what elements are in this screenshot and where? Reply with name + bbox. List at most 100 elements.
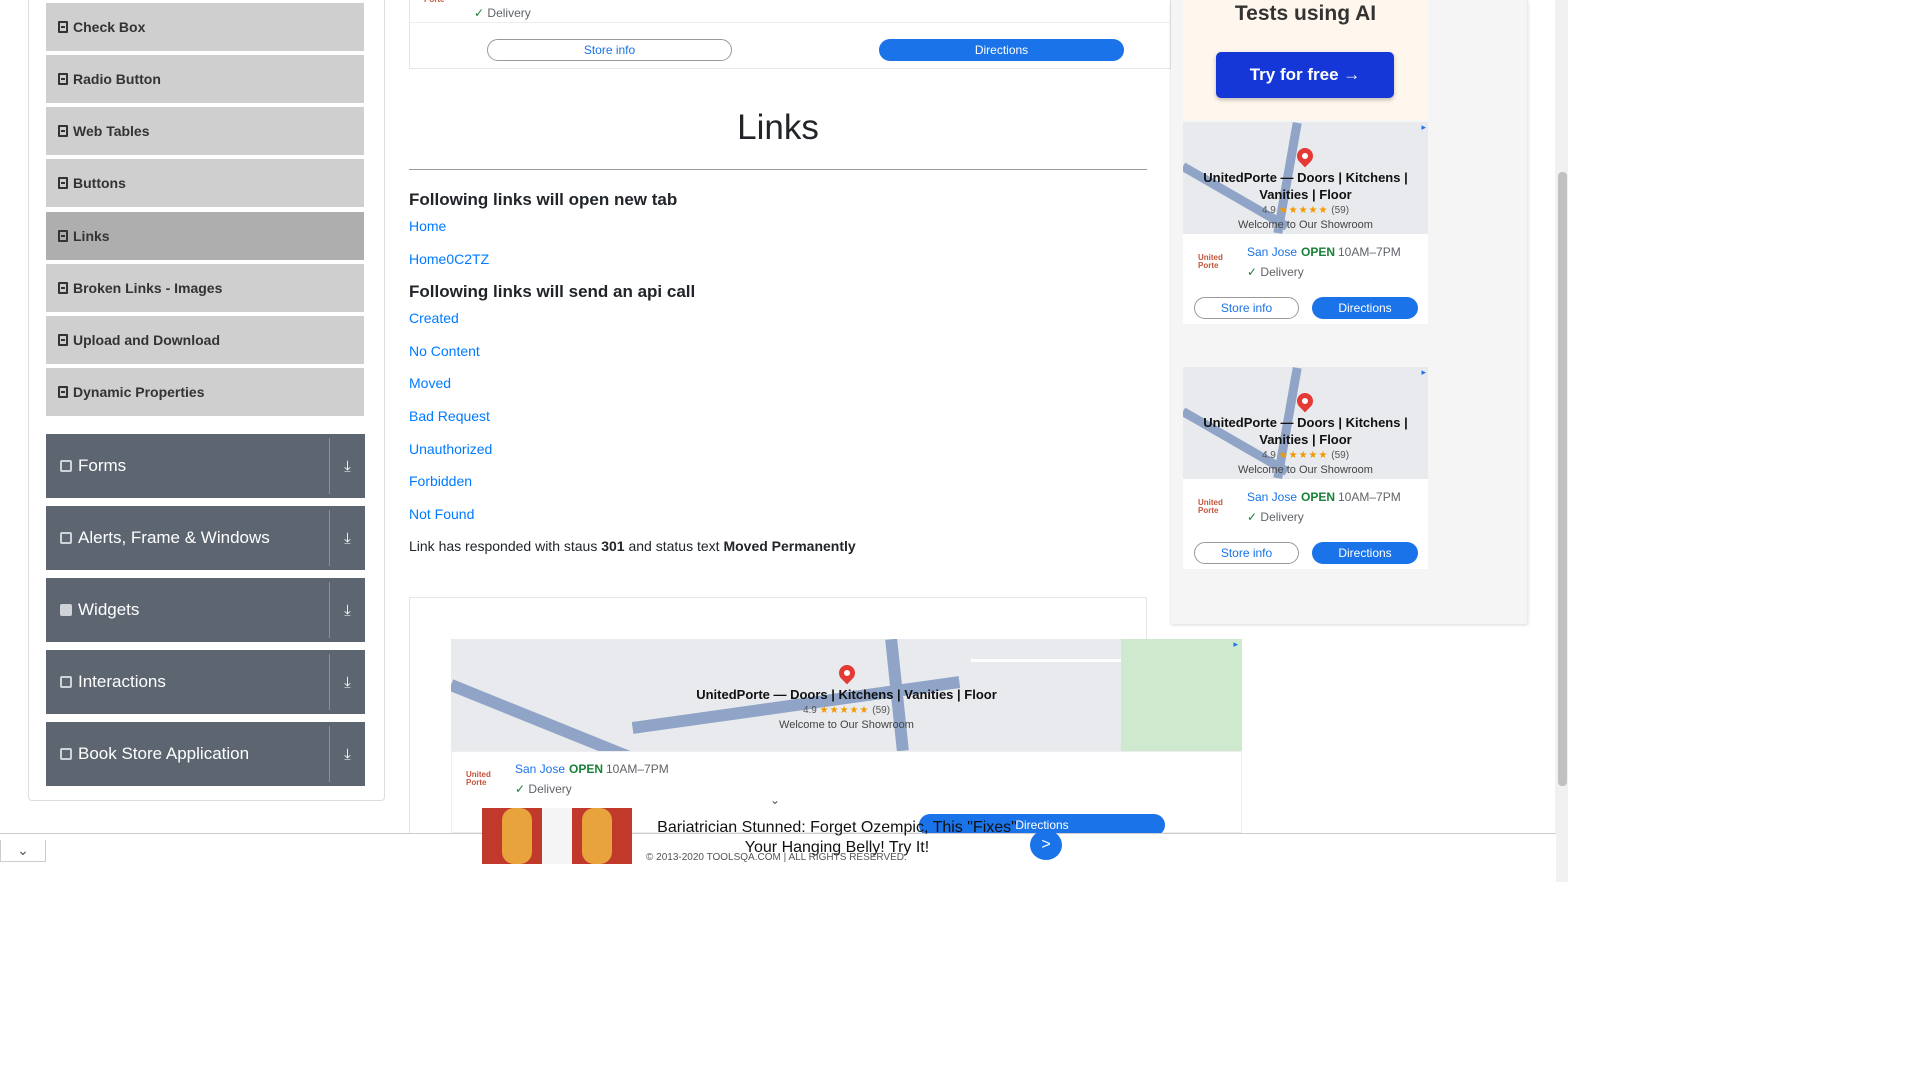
open-status: OPEN [1301, 490, 1336, 504]
page: Check Box Radio Button Web Tables Button… [0, 0, 1568, 882]
map-welcome: Welcome to Our Showroom [779, 719, 914, 731]
map-title: UnitedPorte — Doors | Kitchens | Vanities… [1183, 169, 1428, 203]
store-info-button[interactable]: Store info [1194, 297, 1299, 319]
element-icon [58, 282, 68, 294]
map-ad[interactable]: UnitedPorte — Doors | Kitchens | Vanities… [1183, 122, 1428, 234]
ad-image-shape [542, 808, 572, 864]
delivery-label: ✓ Delivery [474, 6, 531, 20]
try-for-free-button[interactable]: Try for free → [1216, 52, 1394, 98]
home-link[interactable]: Home [409, 218, 446, 234]
sidebar-item-label: Web Tables [73, 123, 150, 139]
place-name: San Jose [515, 762, 566, 776]
sidebar-group-alerts[interactable]: Alerts, Frame & Windows ⤓ [46, 506, 365, 570]
chevron-down-icon[interactable]: ⌄ [0, 840, 46, 862]
rating-count: (59) [872, 705, 891, 716]
sidebar-group-forms[interactable]: Forms ⤓ [46, 434, 365, 498]
created-link[interactable]: Created [409, 310, 459, 326]
check-icon: ✓ [1247, 510, 1258, 524]
ad-choices-icon[interactable]: ▸ [1421, 367, 1426, 378]
sidebar-item-buttons[interactable]: Buttons [46, 159, 364, 209]
bookstore-icon [60, 748, 72, 760]
element-icon [58, 334, 68, 346]
delivery-text: Delivery [1260, 510, 1304, 524]
download-icon: ⤓ [344, 673, 351, 691]
download-icon: ⤓ [344, 457, 351, 475]
rating-value: 4.9 [802, 705, 817, 716]
united-porte-logo: United Porte [1198, 254, 1223, 270]
map-welcome: Welcome to Our Showroom [1238, 464, 1373, 476]
map-ad[interactable]: UnitedPorte — Doors | Kitchens | Vanitie… [451, 639, 1242, 751]
directions-button[interactable]: Directions [1312, 542, 1418, 564]
delivery-label: ✓ Delivery [515, 782, 572, 796]
link-response: Link has responded with staus 301 and st… [409, 538, 856, 554]
sidebar-item-upload-download[interactable]: Upload and Download [46, 316, 364, 366]
map-title-line: Vanities | Floor [1259, 432, 1352, 447]
section-heading-api: Following links will send an api call [409, 282, 696, 301]
rating-count: (59) [1331, 205, 1350, 216]
unauthorized-link[interactable]: Unauthorized [409, 441, 492, 457]
rating-count: (59) [1331, 450, 1350, 461]
store-info-button[interactable]: Store info [1194, 542, 1299, 564]
sidebar-group-book-store[interactable]: Book Store Application ⤓ [46, 722, 365, 786]
sidebar-item-check-box[interactable]: Check Box [46, 3, 364, 53]
united-porte-logo: United Porte [466, 771, 491, 787]
map-title: UnitedPorte — Doors | Kitchens | Vanitie… [696, 687, 997, 702]
ad-choices-icon[interactable]: ▸ [1421, 122, 1426, 133]
directions-button[interactable]: Directions [879, 39, 1124, 61]
rating-value: 4.9 [1261, 205, 1276, 216]
sidebar-item-dynamic-properties[interactable]: Dynamic Properties [46, 368, 364, 418]
bad-request-link[interactable]: Bad Request [409, 408, 490, 424]
no-content-link[interactable]: No Content [409, 343, 480, 359]
store-info-button[interactable]: Store info [487, 39, 732, 61]
sidebar-item-label: Buttons [73, 175, 126, 191]
ad-choices-icon[interactable]: ▸ [1233, 639, 1238, 650]
place-name: San Jose [1247, 245, 1298, 259]
divider [410, 22, 1170, 23]
delivery-text: Delivery [1260, 265, 1304, 279]
delivery-text: Delivery [528, 782, 572, 796]
response-status-text: Moved Permanently [723, 538, 856, 554]
sidebar-item-radio-button[interactable]: Radio Button [46, 55, 364, 105]
download-icon: ⤓ [344, 601, 351, 619]
check-icon: ✓ [515, 782, 526, 796]
stars-icon: ★★★★★ [1278, 450, 1329, 461]
logo-text: Porte [1198, 506, 1219, 515]
response-prefix: Link has responded with staus [409, 538, 598, 554]
stars-icon: ★★★★★ [1278, 205, 1329, 216]
sidebar-item-label: Broken Links - Images [73, 280, 223, 296]
ad-image-shape [502, 808, 532, 864]
scrollbar-thumb[interactable] [1558, 172, 1567, 786]
sidebar-group-widgets[interactable]: Widgets ⤓ [46, 578, 365, 642]
delivery-label: ✓ Delivery [1247, 265, 1304, 279]
place-name: San Jose [1247, 490, 1298, 504]
form-icon [60, 460, 72, 472]
forbidden-link[interactable]: Forbidden [409, 473, 472, 489]
page-title: Links [737, 108, 819, 147]
title-divider [409, 169, 1147, 170]
not-found-link[interactable]: Not Found [409, 506, 474, 522]
sidebar-item-label: Dynamic Properties [73, 384, 205, 400]
sidebar-item-web-tables[interactable]: Web Tables [46, 107, 364, 157]
moved-link[interactable]: Moved [409, 375, 451, 391]
map-title-line: UnitedPorte — Doors | Kitchens | [1203, 415, 1408, 430]
sidebar-item-label: Check Box [73, 19, 146, 35]
logo-text: Porte [1198, 261, 1219, 270]
location-pin-icon [835, 661, 859, 685]
map-ad[interactable]: UnitedPorte — Doors | Kitchens | Vanities… [1183, 367, 1428, 479]
sidebar-item-label: Links [73, 228, 110, 244]
united-porte-logo: United Porte [1198, 499, 1223, 515]
open-status: OPEN [1301, 245, 1336, 259]
map-rating: 4.9 ★★★★★ (59) [1183, 450, 1428, 461]
element-icon [58, 125, 68, 137]
sidebar-group-interactions[interactable]: Interactions ⤓ [46, 650, 365, 714]
chevron-down-icon[interactable]: ⌄ [770, 793, 780, 807]
ad-image[interactable] [482, 808, 632, 864]
sidebar-item-broken-links[interactable]: Broken Links - Images [46, 264, 364, 314]
check-icon: ✓ [474, 6, 485, 20]
ad-next-button[interactable]: > [1030, 830, 1062, 860]
window-icon [60, 532, 72, 544]
dynamic-home-link[interactable]: Home0C2TZ [409, 251, 489, 267]
directions-button[interactable]: Directions [1312, 297, 1418, 319]
group-label: Alerts, Frame & Windows [78, 528, 270, 547]
sidebar-item-links[interactable]: Links [46, 212, 364, 262]
